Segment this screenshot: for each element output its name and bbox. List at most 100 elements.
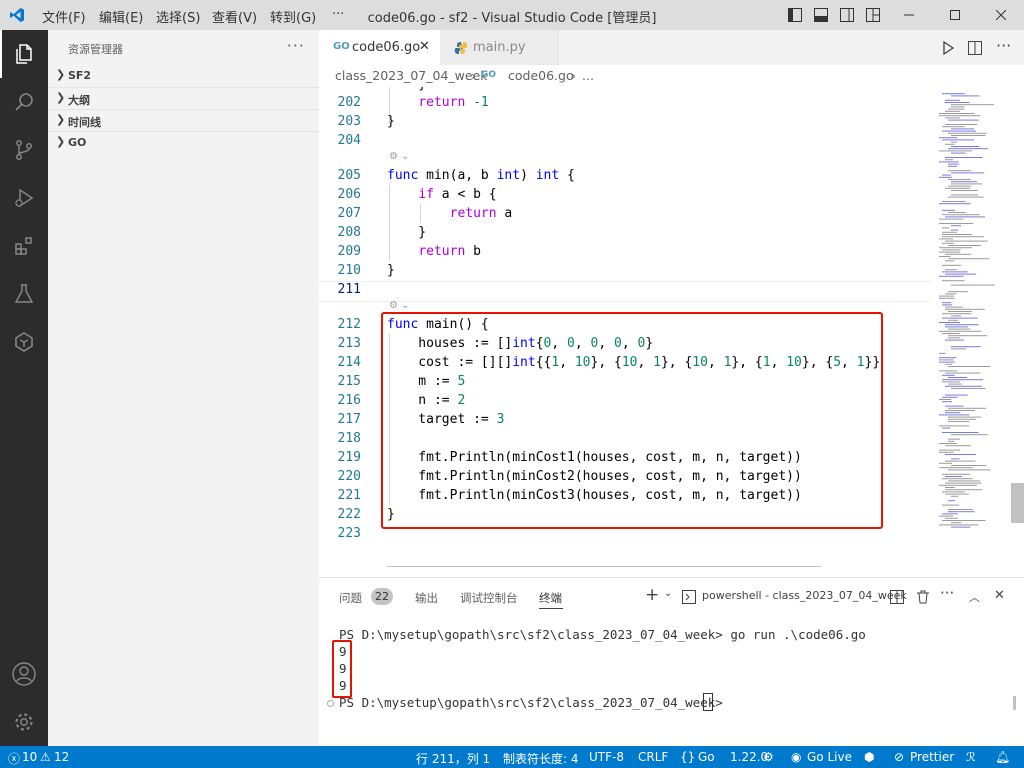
minimap-line (948, 319, 958, 321)
minimap-line (942, 264, 962, 266)
more-actions-icon[interactable]: ··· (996, 36, 1011, 55)
section-go[interactable]: ❯ GO (48, 131, 319, 154)
breadcrumb-folder[interactable]: class_2023_07_04_week (335, 68, 488, 83)
bell-icon[interactable]: 🔔︎ (995, 750, 1010, 764)
menu-selection[interactable]: 选择(S) (156, 7, 200, 26)
terminal-line: PS D:\mysetup\gopath\src\sf2\class_2023_… (339, 627, 866, 642)
menu-view[interactable]: 查看(V) (212, 7, 257, 26)
close-panel-icon[interactable]: ✕ (994, 588, 1005, 603)
chevron-down-icon[interactable]: ⌄ (664, 588, 672, 599)
end-of-line[interactable]: CRLF (638, 750, 668, 764)
minimap-line (951, 465, 987, 466)
errors-icon[interactable]: ⓧ (8, 750, 20, 767)
cursor-position[interactable]: 行 211，列 1 (416, 750, 490, 767)
trash-icon[interactable] (916, 590, 930, 604)
close-window-button[interactable] (978, 0, 1024, 30)
menu-edit[interactable]: 编辑(E) (99, 7, 143, 26)
remote-button[interactable] (0, 318, 48, 366)
breadcrumb-file[interactable]: code06.go (508, 68, 574, 83)
tab-size[interactable]: 制表符长度: 4 (503, 750, 579, 767)
close-tab-icon[interactable]: ✕ (419, 39, 430, 54)
codelens-icon[interactable]: ⚙ ⌄ (389, 151, 410, 162)
tab-output[interactable]: 输出 (415, 590, 438, 606)
tab-main-py[interactable]: main.py (440, 30, 559, 65)
chevron-right-icon: ❯ (56, 91, 66, 104)
minimap-line (945, 269, 957, 271)
minimap-line (939, 161, 959, 163)
minimize-icon (904, 14, 914, 16)
minimap-line (948, 163, 960, 165)
minimap-line (945, 476, 963, 477)
minimize-button[interactable] (886, 0, 932, 30)
code-editor[interactable]: } 202 203 204 205 206 207 208 209 210 21… (319, 87, 931, 567)
toggle-panel-icon[interactable] (814, 8, 828, 22)
warnings-count[interactable]: 12 (54, 750, 69, 764)
feedback-icon[interactable]: ℛ (966, 750, 976, 764)
split-editor-icon[interactable] (968, 41, 982, 55)
broadcast-icon: ◉ (791, 750, 802, 764)
menu-more[interactable]: ··· (332, 7, 344, 22)
menu-file[interactable]: 文件(F) (42, 7, 86, 26)
line-number: 215 (337, 374, 361, 389)
toggle-sidebar-icon[interactable] (788, 8, 802, 22)
new-terminal-icon[interactable]: + (645, 585, 659, 605)
minimap-line (945, 410, 976, 411)
minimap-line (942, 491, 965, 493)
tab-problems[interactable]: 问题 (339, 590, 362, 606)
menu-go[interactable]: 转到(G) (270, 7, 316, 26)
status-bar: ⓧ 10 ⚠ 12 行 211，列 1 制表符长度: 4 UTF-8 CRLF … (0, 746, 1024, 768)
line-number: 203 (337, 114, 361, 129)
line-number: 214 (337, 355, 361, 370)
terminal-prompt[interactable]: PS D:\mysetup\gopath\src\sf2\class_2023_… (339, 695, 730, 710)
section-timeline[interactable]: ❯ 时间线 (48, 109, 319, 132)
minimap-line (945, 143, 955, 145)
minimap-line (945, 187, 970, 189)
line-number: 223 (337, 526, 361, 541)
tab-debug-console[interactable]: 调试控制台 (460, 590, 518, 606)
remote-status-icon[interactable]: ⬢ (864, 750, 874, 764)
minimap[interactable] (931, 87, 1011, 577)
more-actions-icon[interactable]: ··· (287, 36, 305, 55)
terminal-scrollbar[interactable] (1013, 696, 1016, 710)
section-sf2[interactable]: ❯ SF2 (48, 65, 319, 87)
horizontal-scrollbar[interactable] (387, 566, 821, 567)
split-terminal-icon[interactable] (890, 590, 904, 604)
tab-terminal[interactable]: 终端 (539, 590, 562, 606)
accounts-button[interactable] (0, 650, 48, 698)
minimap-line (948, 407, 986, 409)
run-icon[interactable] (941, 41, 955, 55)
prettier-button[interactable]: Prettier (910, 750, 954, 764)
chevron-up-icon[interactable]: ︿ (969, 589, 980, 605)
minimap-line (939, 484, 977, 486)
terminal-name[interactable]: powershell - class_2023_07_04_week (702, 589, 907, 602)
run-debug-button[interactable] (0, 174, 48, 222)
maximize-button[interactable] (932, 0, 978, 30)
extensions-button[interactable] (0, 222, 48, 270)
codelens-icon[interactable]: ⚙ ⌄ (389, 300, 410, 311)
more-actions-icon[interactable]: ··· (940, 584, 954, 602)
minimap-line (951, 152, 966, 154)
customize-layout-icon[interactable] (866, 8, 880, 22)
section-outline[interactable]: ❯ 大纲 (48, 87, 319, 110)
minimap-line (942, 381, 960, 383)
go-live-button[interactable]: Go Live (807, 750, 852, 764)
errors-count[interactable]: 10 (22, 750, 37, 764)
minimap-line (951, 315, 962, 317)
run-debug-icon (15, 188, 34, 208)
warning-icon[interactable]: ⚠ (40, 750, 51, 764)
minimap-line (945, 308, 985, 310)
explorer-button[interactable] (0, 30, 48, 78)
language-mode[interactable]: Go (698, 750, 715, 764)
toggle-secondary-sidebar-icon[interactable] (840, 8, 854, 22)
testing-button[interactable] (0, 270, 48, 318)
scrollbar-thumb[interactable] (1011, 483, 1024, 523)
tab-code06-go[interactable]: GO code06.go ✕ (319, 30, 440, 65)
braces-icon: {} (680, 750, 696, 764)
line-number: 209 (337, 244, 361, 259)
breadcrumb-more[interactable]: ... (582, 68, 594, 83)
manage-button[interactable] (0, 698, 48, 746)
source-control-button[interactable] (0, 126, 48, 174)
encoding[interactable]: UTF-8 (589, 750, 624, 764)
search-button[interactable] (0, 78, 48, 126)
vertical-scrollbar[interactable] (1011, 87, 1024, 577)
